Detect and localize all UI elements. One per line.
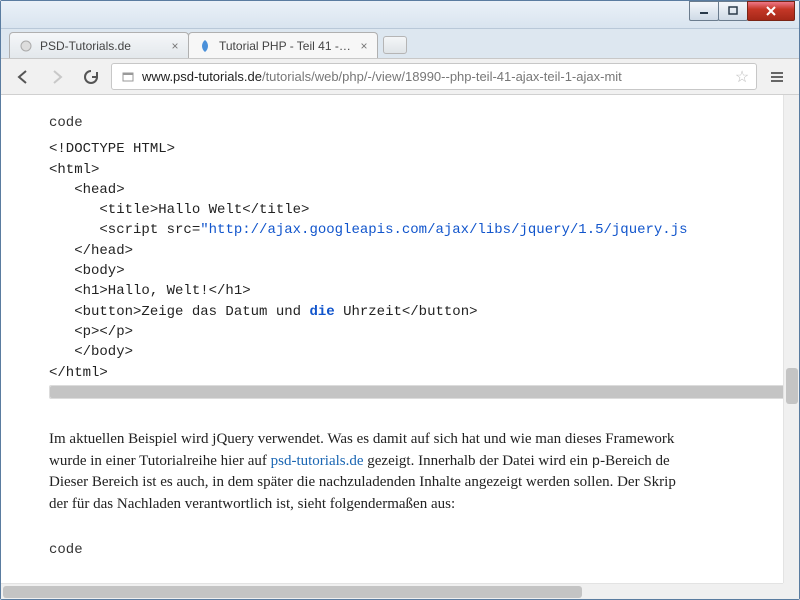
code-block: <!DOCTYPE HTML> <html> <head> <title>Hal… — [49, 139, 799, 383]
tabs-row: PSD-Tutorials.de × Tutorial PHP - Teil 4… — [1, 29, 799, 59]
favicon-icon — [18, 38, 34, 54]
window-titlebar — [1, 1, 799, 29]
tab-1[interactable]: Tutorial PHP - Teil 41 - Aja × — [188, 32, 378, 58]
browser-toolbar: www.psd-tutorials.de/tutorials/web/php/-… — [1, 59, 799, 95]
code-h-scrollbar[interactable] — [49, 385, 799, 399]
back-button[interactable] — [9, 63, 37, 91]
code-label: code — [49, 113, 799, 133]
menu-icon — [769, 69, 785, 85]
window-controls — [690, 1, 795, 21]
favicon-icon — [197, 38, 213, 54]
url-text: www.psd-tutorials.de/tutorials/web/php/-… — [142, 69, 732, 84]
minimize-button[interactable] — [689, 1, 719, 21]
minimize-icon — [699, 6, 709, 16]
scroll-corner — [783, 583, 799, 599]
reload-button[interactable] — [77, 63, 105, 91]
arrow-right-icon — [48, 68, 66, 86]
chrome-menu-button[interactable] — [763, 63, 791, 91]
viewport-h-scroll-thumb[interactable] — [3, 586, 582, 598]
close-button[interactable] — [747, 1, 795, 21]
page-content: code <!DOCTYPE HTML> <html> <head> <titl… — [1, 95, 799, 599]
bookmark-star-icon[interactable]: ☆ — [732, 67, 752, 87]
arrow-left-icon — [14, 68, 32, 86]
browser-window: PSD-Tutorials.de × Tutorial PHP - Teil 4… — [0, 0, 800, 600]
article-paragraph: Im aktuellen Beispiel wird jQuery verwen… — [49, 429, 799, 516]
new-tab-button[interactable] — [383, 36, 407, 54]
page-viewport: code <!DOCTYPE HTML> <html> <head> <titl… — [1, 95, 799, 599]
inline-link[interactable]: psd-tutorials.de — [271, 453, 364, 469]
tab-title: PSD-Tutorials.de — [40, 39, 164, 53]
globe-icon — [120, 69, 136, 85]
tab-close-button[interactable]: × — [357, 39, 371, 53]
viewport-h-scrollbar[interactable] — [1, 583, 783, 599]
forward-button[interactable] — [43, 63, 71, 91]
tab-close-button[interactable]: × — [168, 39, 182, 53]
reload-icon — [83, 69, 99, 85]
tab-0[interactable]: PSD-Tutorials.de × — [9, 32, 189, 58]
maximize-icon — [728, 6, 738, 16]
viewport-v-scroll-thumb[interactable] — [786, 368, 798, 404]
tab-title: Tutorial PHP - Teil 41 - Aja — [219, 39, 353, 53]
code-label: code — [49, 540, 799, 560]
viewport-v-scrollbar[interactable] — [783, 95, 799, 583]
inline-code: p — [592, 454, 600, 470]
maximize-button[interactable] — [718, 1, 748, 21]
code-h-scroll-thumb[interactable] — [50, 386, 799, 398]
address-bar[interactable]: www.psd-tutorials.de/tutorials/web/php/-… — [111, 63, 757, 90]
close-icon — [765, 5, 777, 17]
